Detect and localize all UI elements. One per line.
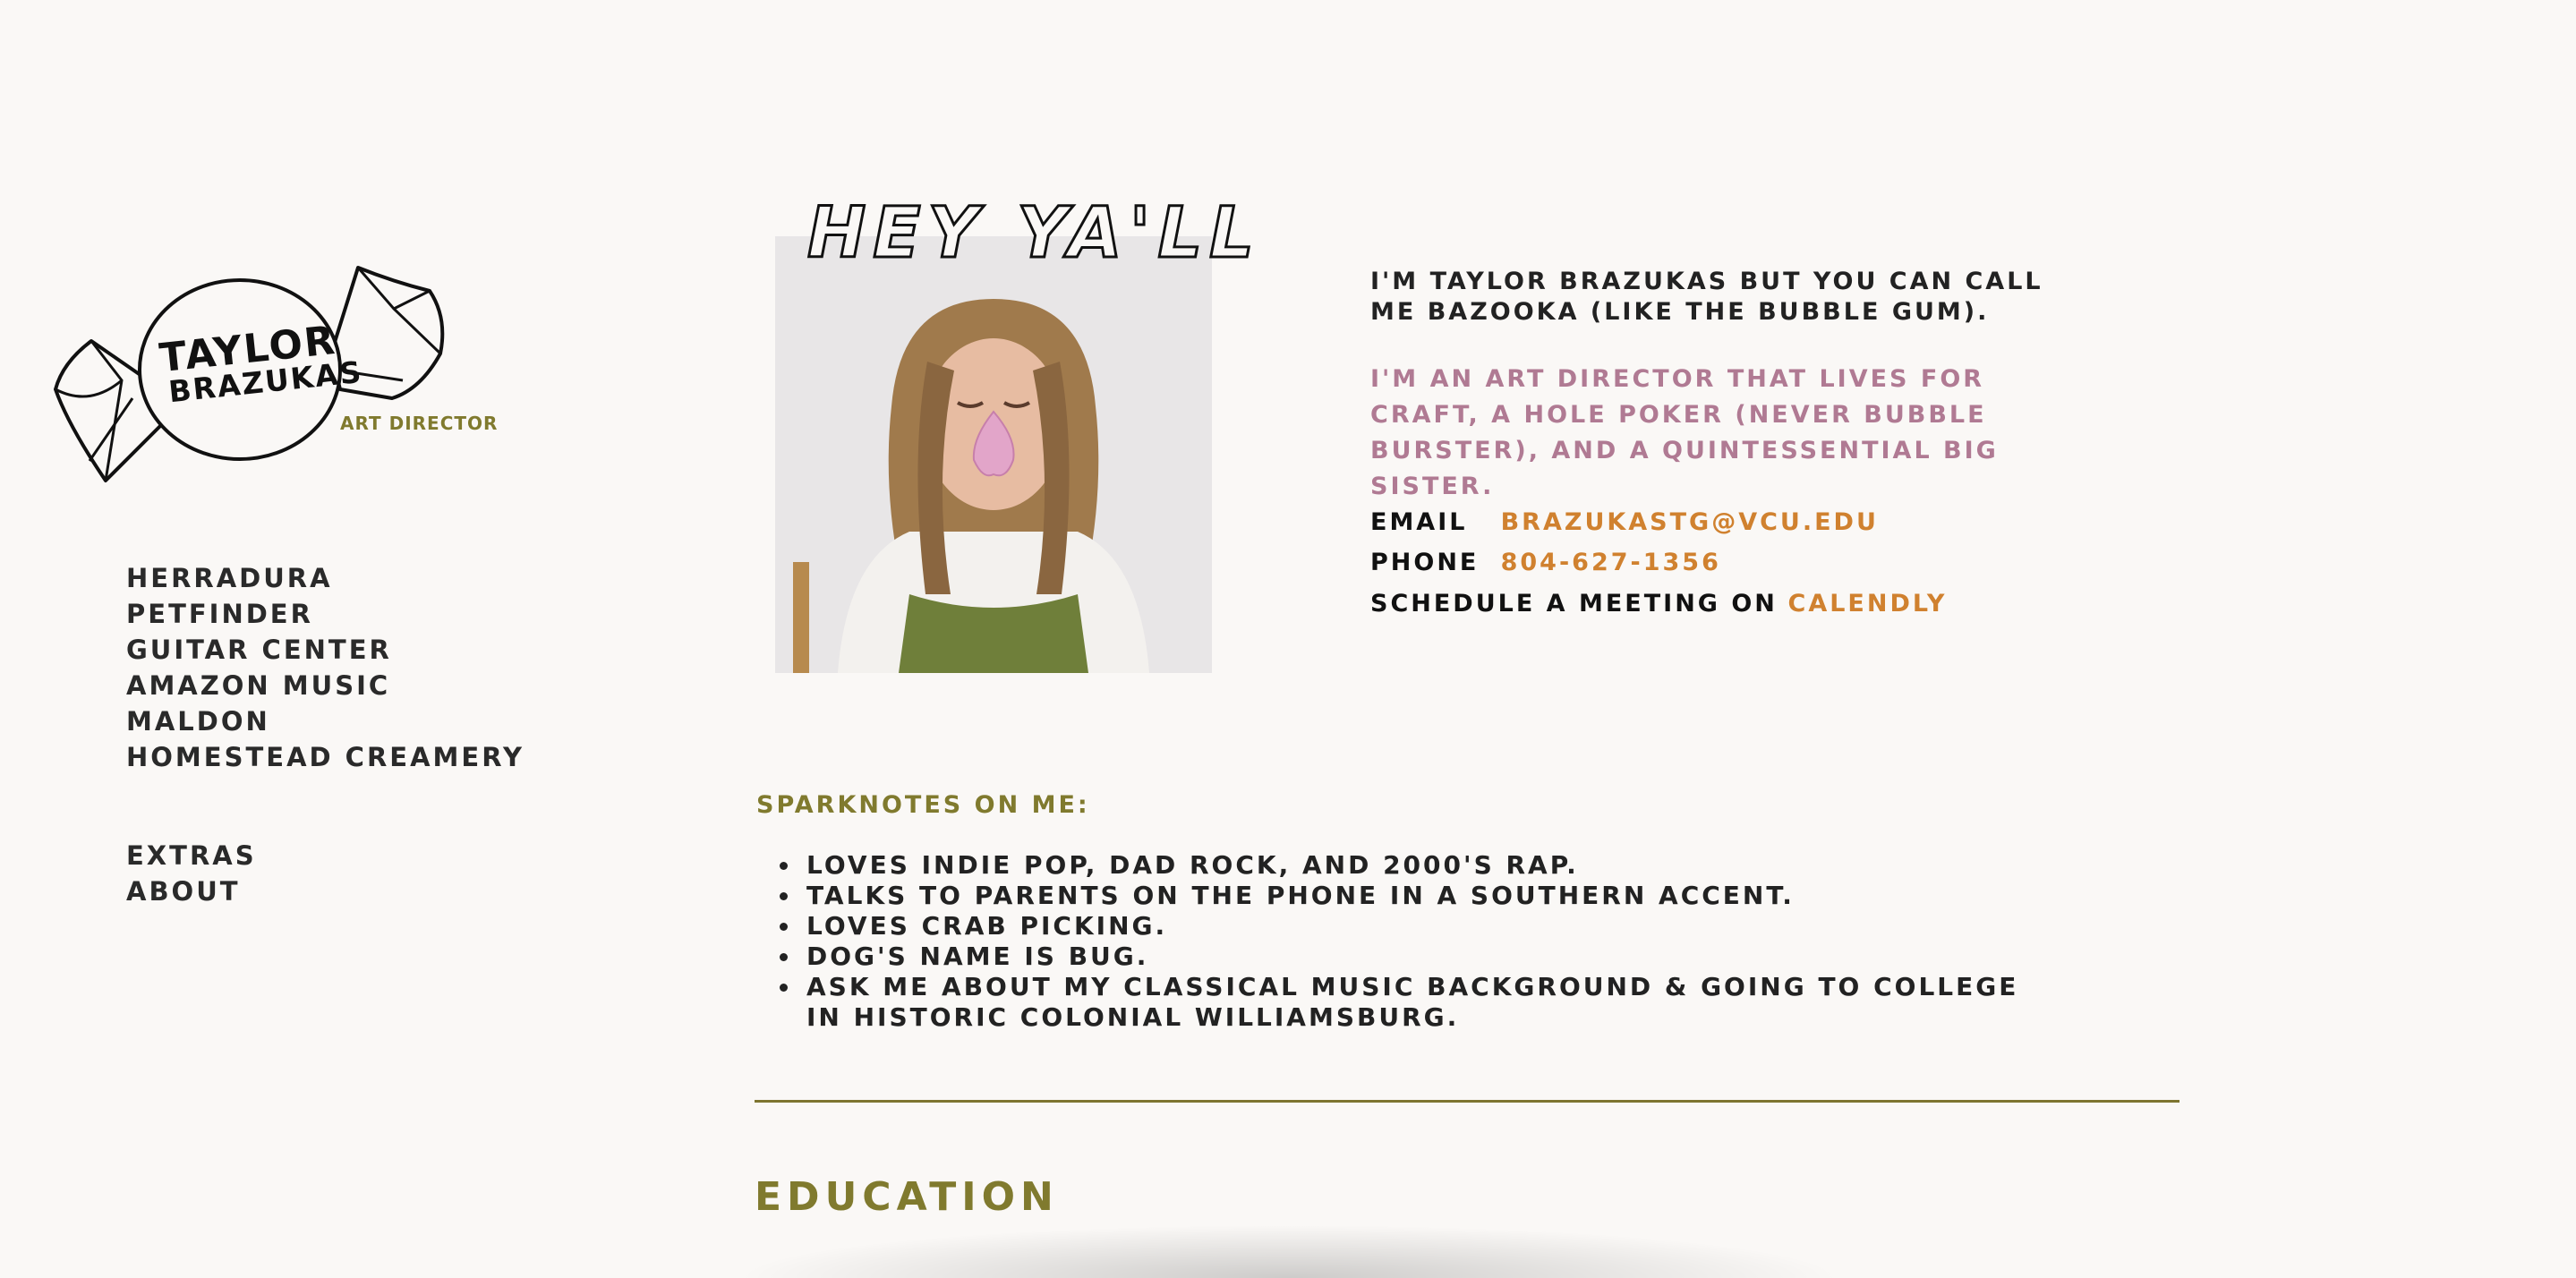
nav-item-extras[interactable]: EXTRAS xyxy=(126,838,257,873)
list-item: TALKS TO PARENTS ON THE PHONE IN A SOUTH… xyxy=(801,881,2054,911)
list-item: ASK ME ABOUT MY CLASSICAL MUSIC BACKGROU… xyxy=(801,972,2054,1033)
schedule-label: SCHEDULE A MEETING ON xyxy=(1370,590,1778,618)
intro-bio: I'M AN ART DIRECTOR THAT LIVES FOR CRAFT… xyxy=(1370,365,1999,500)
contact-email-row: EMAIL BRAZUKASTG@VCU.EDU xyxy=(1370,507,1879,538)
logo[interactable]: TAYLOR BRAZUKAS ART DIRECTOR xyxy=(36,255,501,497)
list-item: LOVES INDIE POP, DAD ROCK, AND 2000'S RA… xyxy=(801,850,2054,881)
nav-item-amazon-music[interactable]: AMAZON MUSIC xyxy=(126,668,525,703)
nav-item-guitar-center[interactable]: GUITAR CENTER xyxy=(126,632,525,668)
email-label: EMAIL xyxy=(1370,508,1468,536)
email-link[interactable]: BRAZUKASTG@VCU.EDU xyxy=(1501,508,1879,536)
project-nav: HERRADURA PETFINDER GUITAR CENTER AMAZON… xyxy=(126,560,525,775)
logo-subtitle: ART DIRECTOR xyxy=(340,413,499,434)
contact-phone-row: PHONE 804-627-1356 xyxy=(1370,548,1721,578)
section-divider xyxy=(755,1100,2179,1103)
contact-schedule-row: SCHEDULE A MEETING ON CALENDLY xyxy=(1370,589,1947,619)
list-item: DOG'S NAME IS BUG. xyxy=(801,941,2054,972)
phone-label: PHONE xyxy=(1370,549,1480,576)
nav-item-herradura[interactable]: HERRADURA xyxy=(126,560,525,596)
content-shadow xyxy=(734,1224,1844,1278)
phone-link[interactable]: 804-627-1356 xyxy=(1501,549,1721,576)
nav-item-petfinder[interactable]: PETFINDER xyxy=(126,596,525,632)
nav-item-about[interactable]: ABOUT xyxy=(126,873,257,909)
list-item: LOVES CRAB PICKING. xyxy=(801,911,2054,941)
nav-item-homestead-creamery[interactable]: HOMESTEAD CREAMERY xyxy=(126,739,525,775)
hey-yall-headline: HEY YA'LL xyxy=(806,192,1261,276)
sparknotes-list: LOVES INDIE POP, DAD ROCK, AND 2000'S RA… xyxy=(763,850,2054,1033)
portrait-photo xyxy=(775,236,1212,673)
calendly-link[interactable]: CALENDLY xyxy=(1788,590,1948,618)
sparknotes-title: SPARKNOTES ON ME: xyxy=(756,791,1090,819)
education-heading: EDUCATION xyxy=(755,1174,1059,1220)
nav-item-maldon[interactable]: MALDON xyxy=(126,703,525,739)
intro-greeting: I'M TAYLOR BRAZUKAS BUT YOU CAN CALL ME … xyxy=(1370,268,2043,326)
secondary-nav: EXTRAS ABOUT xyxy=(126,838,257,909)
